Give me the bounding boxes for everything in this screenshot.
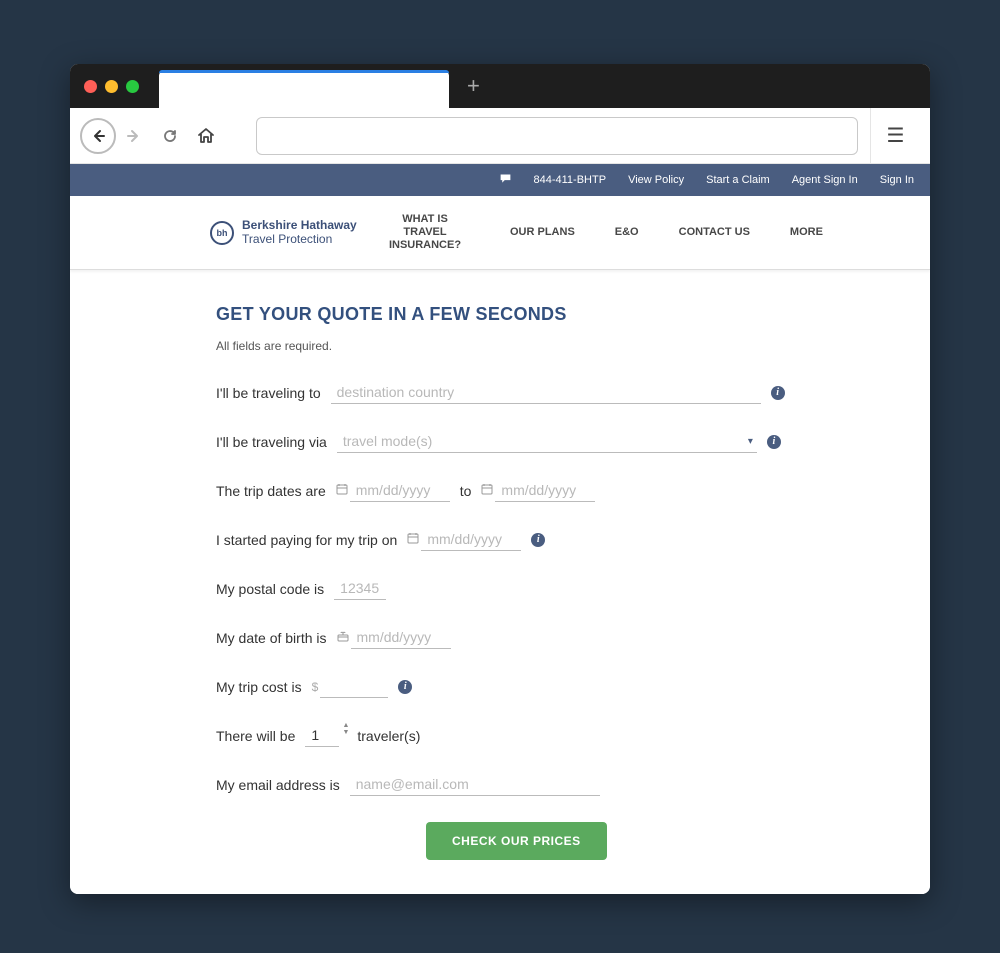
check-prices-button[interactable]: CHECK OUR PRICES <box>426 822 607 860</box>
trip-cost-input[interactable] <box>320 675 388 698</box>
row-dates: The trip dates are to <box>216 479 930 502</box>
travel-mode-select[interactable] <box>337 430 757 453</box>
calendar-icon <box>481 483 493 498</box>
info-icon-paydate[interactable]: i <box>531 533 545 547</box>
quote-form: GET YOUR QUOTE IN A FEW SECONDS All fiel… <box>70 270 930 894</box>
required-note: All fields are required. <box>216 339 930 353</box>
calendar-icon <box>407 532 419 547</box>
row-cost: My trip cost is $ i <box>216 675 930 698</box>
number-stepper[interactable]: ▲▼ <box>342 722 349 736</box>
view-policy-link[interactable]: View Policy <box>628 174 684 186</box>
label-travelers-post: traveler(s) <box>357 728 420 744</box>
row-paydate: I started paying for my trip on i <box>216 528 930 551</box>
phone-link[interactable]: 844-411-BHTP <box>534 174 607 186</box>
hamburger-icon: ☰ <box>887 123 905 148</box>
chat-icon[interactable] <box>499 172 512 188</box>
reload-button[interactable] <box>152 118 188 154</box>
calendar-icon <box>336 483 348 498</box>
trip-start-input[interactable] <box>350 479 450 502</box>
reload-icon <box>162 128 178 144</box>
back-button[interactable] <box>80 118 116 154</box>
form-heading: GET YOUR QUOTE IN A FEW SECONDS <box>216 304 930 325</box>
info-icon-cost[interactable]: i <box>398 680 412 694</box>
row-mode: I'll be traveling via ▾ i <box>216 430 930 453</box>
browser-toolbar: ☰ <box>70 108 930 164</box>
brand[interactable]: bh Berkshire Hathaway Travel Protection <box>210 219 357 245</box>
tab-bar: + <box>70 64 930 108</box>
row-postal: My postal code is <box>216 577 930 600</box>
browser-menu-button[interactable]: ☰ <box>870 108 920 164</box>
label-to: to <box>460 483 472 499</box>
site-utility-bar: 844-411-BHTP View Policy Start a Claim A… <box>70 164 930 196</box>
email-input[interactable] <box>350 773 600 796</box>
currency-symbol: $ <box>312 680 319 694</box>
brand-logo-icon: bh <box>210 221 234 245</box>
paydate-input[interactable] <box>421 528 521 551</box>
nav-more[interactable]: MORE <box>790 226 823 239</box>
travelers-input[interactable] <box>305 724 339 747</box>
arrow-right-icon <box>126 128 142 144</box>
arrow-left-icon <box>90 128 106 144</box>
window-controls <box>84 80 139 93</box>
minimize-window-button[interactable] <box>105 80 118 93</box>
label-destination: I'll be traveling to <box>216 385 321 401</box>
home-icon <box>197 127 215 145</box>
info-icon-destination[interactable]: i <box>771 386 785 400</box>
row-destination: I'll be traveling to i <box>216 381 930 404</box>
maximize-window-button[interactable] <box>126 80 139 93</box>
postal-input[interactable] <box>334 577 386 600</box>
signin-link[interactable]: Sign In <box>880 174 914 186</box>
row-travelers: There will be ▲▼ traveler(s) <box>216 724 930 747</box>
label-dob: My date of birth is <box>216 630 327 646</box>
info-icon-mode[interactable]: i <box>767 435 781 449</box>
label-email: My email address is <box>216 777 340 793</box>
brand-text: Berkshire Hathaway Travel Protection <box>242 219 357 245</box>
close-window-button[interactable] <box>84 80 97 93</box>
label-dates: The trip dates are <box>216 483 326 499</box>
agent-signin-link[interactable]: Agent Sign In <box>792 174 858 186</box>
label-paydate: I started paying for my trip on <box>216 532 397 548</box>
forward-button[interactable] <box>116 118 152 154</box>
birthday-icon <box>337 630 349 645</box>
destination-input[interactable] <box>331 381 761 404</box>
row-email: My email address is <box>216 773 930 796</box>
start-claim-link[interactable]: Start a Claim <box>706 174 770 186</box>
nav-what-is[interactable]: WHAT IS TRAVEL INSURANCE? <box>380 213 470 253</box>
address-bar[interactable] <box>256 117 858 155</box>
row-dob: My date of birth is <box>216 626 930 649</box>
main-nav: bh Berkshire Hathaway Travel Protection … <box>70 196 930 270</box>
home-button[interactable] <box>188 118 224 154</box>
browser-window: + ☰ 844-411-BHTP View Policy Start a Cla… <box>70 64 930 894</box>
browser-tab[interactable] <box>159 70 449 108</box>
dob-input[interactable] <box>351 626 451 649</box>
label-cost: My trip cost is <box>216 679 302 695</box>
nav-eo[interactable]: E&O <box>615 226 639 239</box>
new-tab-button[interactable]: + <box>467 73 480 99</box>
nav-contact[interactable]: CONTACT US <box>679 226 750 239</box>
label-mode: I'll be traveling via <box>216 434 327 450</box>
label-travelers-pre: There will be <box>216 728 295 744</box>
trip-end-input[interactable] <box>495 479 595 502</box>
nav-our-plans[interactable]: OUR PLANS <box>510 226 575 239</box>
label-postal: My postal code is <box>216 581 324 597</box>
